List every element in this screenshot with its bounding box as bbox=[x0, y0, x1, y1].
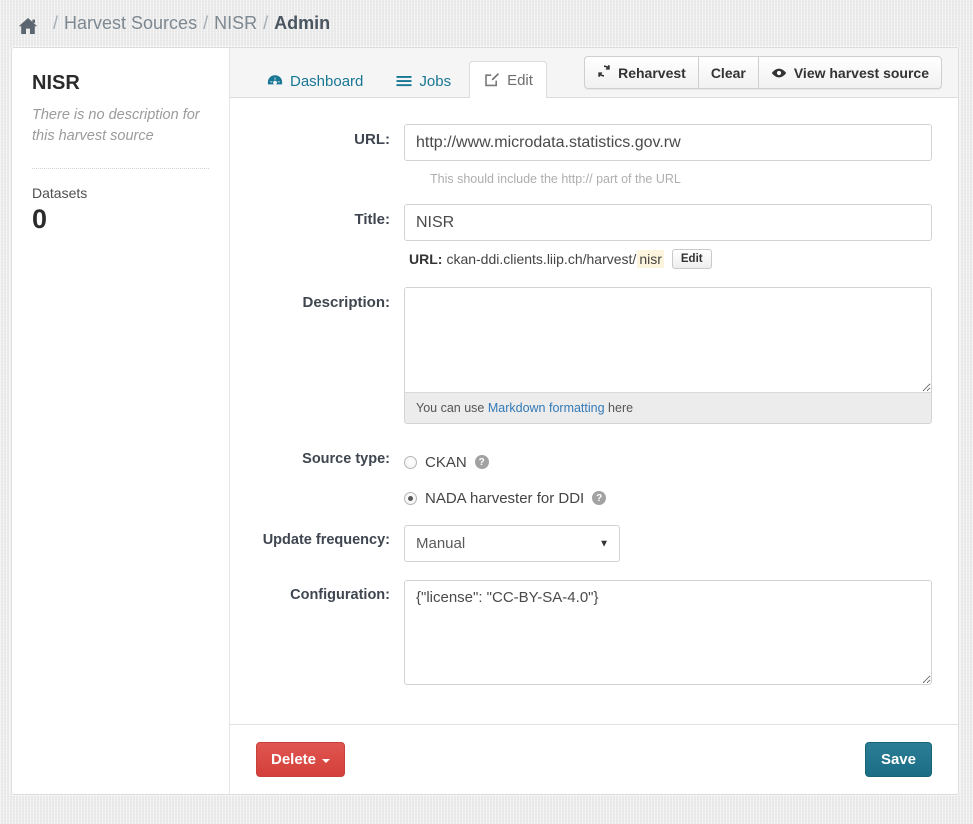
help-icon-ckan[interactable]: ? bbox=[474, 455, 489, 469]
markdown-hint-prefix: You can use bbox=[416, 401, 485, 415]
title-label: Title: bbox=[354, 211, 390, 228]
list-icon bbox=[395, 73, 412, 89]
save-button[interactable]: Save bbox=[864, 742, 932, 777]
title-input[interactable] bbox=[404, 204, 932, 241]
datasets-stat-label: Datasets bbox=[32, 185, 88, 202]
slug-prefix: ckan-ddi.clients.liip.ch/harvest/ bbox=[446, 251, 637, 267]
configuration-textarea[interactable]: {"license": "CC-BY-SA-4.0"} bbox=[404, 580, 932, 685]
harvest-source-card: NISR There is no description for this ha… bbox=[11, 47, 959, 795]
view-harvest-source-button[interactable]: View harvest source bbox=[757, 56, 942, 89]
refresh-icon bbox=[597, 64, 611, 81]
sidebar-description: There is no description for this harvest… bbox=[32, 107, 200, 144]
content-panel: Dashboard Jobs Edit Reharvest Clear View… bbox=[230, 48, 958, 794]
slug-row: URL: ckan-ddi.clients.liip.ch/harvest/ n… bbox=[404, 249, 932, 269]
source-type-option-nada-label: NADA harvester for DDI bbox=[425, 489, 585, 507]
description-field-row: Description: You can use Markdown format… bbox=[256, 287, 932, 424]
delete-button-label: Delete bbox=[271, 751, 317, 768]
caret-down-icon bbox=[322, 758, 331, 763]
description-markdown-hint: You can use Markdown formatting here bbox=[405, 392, 931, 423]
breadcrumb-separator-1: / bbox=[203, 13, 209, 33]
source-type-label: Source type: bbox=[302, 451, 390, 467]
clear-button[interactable]: Clear bbox=[697, 56, 758, 89]
form-footer: Delete Save bbox=[230, 724, 958, 794]
breadcrumb-separator-2: / bbox=[263, 13, 269, 33]
sidebar-title: NISR bbox=[32, 72, 80, 94]
breadcrumb: / Harvest Sources / NISR / Admin bbox=[0, 0, 973, 47]
description-textarea-wrapper: You can use Markdown formatting here bbox=[404, 287, 932, 424]
slug-value: nisr bbox=[637, 250, 664, 268]
reharvest-button-label: Reharvest bbox=[618, 64, 686, 81]
slug-edit-button[interactable]: Edit bbox=[671, 249, 712, 269]
datasets-stat-value: 0 bbox=[32, 204, 48, 235]
view-harvest-source-button-label: View harvest source bbox=[793, 64, 929, 81]
home-icon[interactable] bbox=[18, 17, 38, 35]
tab-edit[interactable]: Edit bbox=[469, 61, 547, 98]
source-type-option-ckan[interactable]: CKAN ? bbox=[404, 447, 932, 477]
configuration-row: Configuration: {"license": "CC-BY-SA-4.0… bbox=[256, 580, 932, 688]
update-frequency-select[interactable]: Manual bbox=[404, 525, 620, 562]
delete-button[interactable]: Delete bbox=[256, 742, 346, 777]
update-frequency-select-wrapper: Manual ▼ bbox=[404, 525, 620, 562]
configuration-label: Configuration: bbox=[290, 587, 390, 603]
breadcrumb-item-harvest-sources[interactable]: Harvest Sources bbox=[64, 13, 197, 34]
description-label: Description: bbox=[302, 294, 390, 311]
breadcrumb-item-nisr[interactable]: NISR bbox=[214, 13, 257, 34]
eye-icon bbox=[771, 65, 787, 81]
tab-edit-label: Edit bbox=[507, 71, 533, 89]
reharvest-button[interactable]: Reharvest bbox=[584, 56, 698, 89]
dashboard-icon bbox=[266, 73, 283, 89]
markdown-hint-suffix: here bbox=[608, 401, 634, 415]
update-frequency-label: Update frequency: bbox=[262, 532, 390, 548]
url-help-text: This should include the http:// part of … bbox=[430, 172, 681, 186]
markdown-formatting-link[interactable]: Markdown formatting bbox=[488, 401, 605, 415]
sidebar: NISR There is no description for this ha… bbox=[12, 48, 230, 794]
slug-label: URL: bbox=[409, 251, 443, 267]
tab-bar: Dashboard Jobs Edit Reharvest Clear View… bbox=[230, 48, 958, 98]
url-field-row: URL: This should include the http:// par… bbox=[256, 124, 932, 186]
url-label: URL: bbox=[354, 131, 390, 148]
breadcrumb-separator-0: / bbox=[53, 13, 59, 33]
source-type-option-ckan-label: CKAN bbox=[425, 453, 467, 471]
tab-list: Dashboard Jobs Edit bbox=[252, 48, 551, 98]
source-type-option-nada[interactable]: NADA harvester for DDI ? bbox=[404, 483, 932, 513]
title-field-row: Title: URL: ckan-ddi.clients.liip.ch/har… bbox=[256, 204, 932, 269]
breadcrumb-item-admin: Admin bbox=[274, 13, 331, 33]
update-frequency-row: Update frequency: Manual ▼ bbox=[256, 525, 932, 562]
harvest-source-form: URL: This should include the http:// par… bbox=[230, 98, 958, 724]
radio-nada-harvester-for-ddi[interactable] bbox=[404, 491, 417, 505]
description-textarea[interactable] bbox=[405, 288, 931, 392]
pencil-square-icon bbox=[483, 72, 500, 88]
source-type-row: Source type: CKAN ? NADA harvester for D… bbox=[256, 442, 932, 513]
url-input[interactable] bbox=[404, 124, 932, 161]
tab-dashboard[interactable]: Dashboard bbox=[252, 63, 377, 98]
tab-dashboard-label: Dashboard bbox=[290, 72, 364, 90]
harvest-action-button-group: Reharvest Clear View harvest source bbox=[584, 56, 942, 89]
radio-ckan[interactable] bbox=[404, 455, 417, 469]
help-icon-nada[interactable]: ? bbox=[592, 491, 607, 505]
sidebar-divider bbox=[32, 168, 209, 170]
clear-button-label: Clear bbox=[710, 64, 746, 81]
tab-jobs-label: Jobs bbox=[419, 72, 452, 90]
tab-jobs[interactable]: Jobs bbox=[381, 63, 465, 98]
